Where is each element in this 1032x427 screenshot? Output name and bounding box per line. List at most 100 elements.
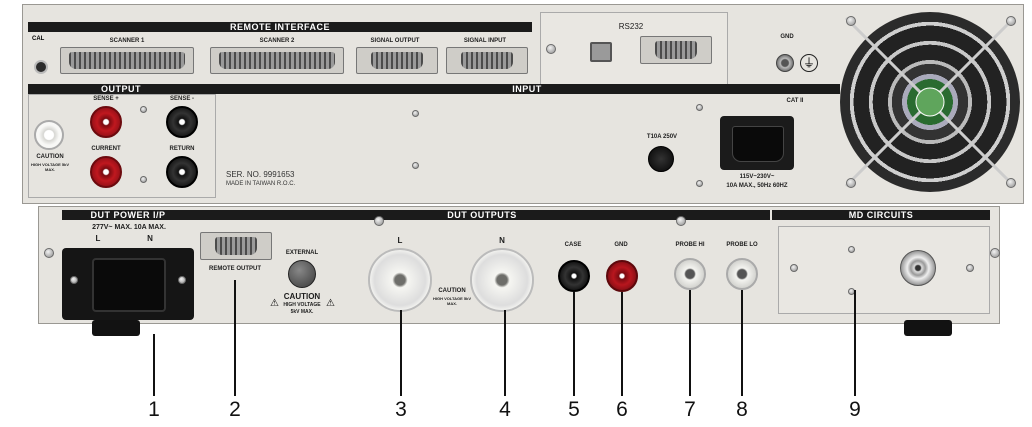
ground-symbol-icon: ⏚ <box>800 54 818 72</box>
cal-adjust[interactable] <box>34 60 48 74</box>
md-circuits-title: MD CIRCUITS <box>772 210 990 220</box>
screw-icon <box>846 178 856 188</box>
scanner1-port[interactable] <box>60 47 194 74</box>
callout-4: 4 <box>499 398 511 421</box>
callout-leader <box>234 280 236 396</box>
rs232-label: RS232 <box>618 22 644 31</box>
made-in-label: MADE IN TAIWAN R.O.C. <box>226 181 296 187</box>
callout-leader <box>689 290 691 396</box>
scanner2-label: SCANNER 2 <box>259 38 295 44</box>
gnd-terminal[interactable] <box>606 260 638 292</box>
output-l-terminal[interactable] <box>368 248 432 312</box>
screw-icon <box>846 16 856 26</box>
screw-icon <box>790 264 798 272</box>
probe-hi-label: PROBE HI <box>675 242 705 248</box>
screw-icon <box>140 106 147 113</box>
bnc-connector[interactable] <box>900 250 936 286</box>
probe-lo-terminal[interactable] <box>726 258 758 290</box>
callout-3: 3 <box>395 398 407 421</box>
screw-icon <box>966 264 974 272</box>
external-caution: CAUTION <box>283 292 321 301</box>
warning-triangle-icon: ⚠ <box>326 298 335 309</box>
callout-7: 7 <box>684 398 696 421</box>
callout-leader <box>573 292 575 396</box>
external-caution-sub: HIGH VOLTAGE <box>283 302 321 308</box>
output-title: OUTPUT <box>28 84 214 94</box>
probe-lo-label: PROBE LO <box>726 242 758 248</box>
center-caution-sub: HIGH VOLTAGE 5kV MAX. <box>432 296 472 306</box>
return-terminal[interactable] <box>166 156 198 188</box>
sense-plus-terminal[interactable] <box>90 106 122 138</box>
screw-icon <box>412 162 419 169</box>
power-rating-2: 10A MAX., 50Hz 60HZ <box>726 183 788 189</box>
screw-icon <box>412 110 419 117</box>
callout-leader <box>153 334 155 396</box>
output-n-terminal[interactable] <box>470 248 534 312</box>
sense-minus-terminal[interactable] <box>166 106 198 138</box>
callout-5: 5 <box>568 398 580 421</box>
callout-2: 2 <box>229 398 241 421</box>
callout-8: 8 <box>736 398 748 421</box>
callout-1: 1 <box>148 398 160 421</box>
sense-minus-label: SENSE - <box>169 96 194 102</box>
output-caution-small: HIGH VOLTAGE 5kV MAX. <box>30 162 70 172</box>
power-rating-1: 115V~230V~ <box>739 174 775 180</box>
foot-right <box>904 320 952 336</box>
signal-output-label: SIGNAL OUTPUT <box>370 38 420 44</box>
case-label: CASE <box>564 242 582 248</box>
cat-label: CAT II <box>786 98 804 104</box>
external-caution-max: 5kV MAX. <box>290 309 314 315</box>
dut-power-title: DUT POWER I/P <box>62 210 194 220</box>
callout-leader <box>741 290 743 396</box>
screw-icon <box>374 216 384 226</box>
screw-icon <box>1006 16 1016 26</box>
current-label: CURRENT <box>91 146 121 152</box>
serial-number: SER. NO. 9991653 <box>226 170 295 179</box>
output-l-label: L <box>397 236 403 245</box>
scanner2-port[interactable] <box>210 47 344 74</box>
signal-input-label: SIGNAL INPUT <box>463 38 507 44</box>
gnd-label-bottom: GND <box>614 242 628 248</box>
screw-icon <box>848 246 855 253</box>
output-n-label: N <box>499 236 505 245</box>
screw-icon <box>676 216 686 226</box>
signal-input-port[interactable] <box>446 47 528 74</box>
external-label: EXTERNAL <box>285 250 319 256</box>
cal-label: CAL <box>32 36 45 42</box>
fan-guard-icon <box>844 16 1016 188</box>
screw-icon <box>1006 178 1016 188</box>
signal-output-port[interactable] <box>356 47 438 74</box>
external-terminal[interactable] <box>288 260 316 288</box>
callout-leader <box>504 310 506 396</box>
warning-triangle-icon: ⚠ <box>270 298 279 309</box>
screw-icon <box>44 248 54 258</box>
caution-hv-terminal[interactable] <box>34 120 64 150</box>
usb-port[interactable] <box>590 42 612 62</box>
callout-leader <box>854 290 856 396</box>
callout-6: 6 <box>616 398 628 421</box>
dut-power-socket[interactable] <box>62 248 194 320</box>
case-terminal[interactable] <box>558 260 590 292</box>
input-title: INPUT <box>214 84 840 94</box>
dut-power-n: N <box>147 234 153 243</box>
scanner1-label: SCANNER 1 <box>109 38 145 44</box>
output-caution-label: CAUTION <box>36 154 64 160</box>
screw-icon <box>696 180 703 187</box>
current-terminal[interactable] <box>90 156 122 188</box>
probe-hi-terminal[interactable] <box>674 258 706 290</box>
screw-icon <box>990 248 1000 258</box>
gnd-label-top: GND <box>780 34 794 40</box>
rs232-port[interactable] <box>640 36 712 64</box>
callout-leader <box>621 292 623 396</box>
remote-output-port[interactable] <box>200 232 272 260</box>
remote-interface-title: REMOTE INTERFACE <box>28 22 532 32</box>
dut-power-l: L <box>95 234 101 243</box>
screw-icon <box>546 44 556 54</box>
callout-9: 9 <box>849 398 861 421</box>
ground-terminal[interactable] <box>776 54 794 72</box>
fuse-label: T10A 250V <box>646 134 678 140</box>
dut-power-rating: 277V~ MAX. 10A MAX. <box>92 224 166 231</box>
screw-icon <box>140 176 147 183</box>
fuse-holder[interactable] <box>648 146 674 172</box>
power-inlet[interactable] <box>720 116 794 170</box>
